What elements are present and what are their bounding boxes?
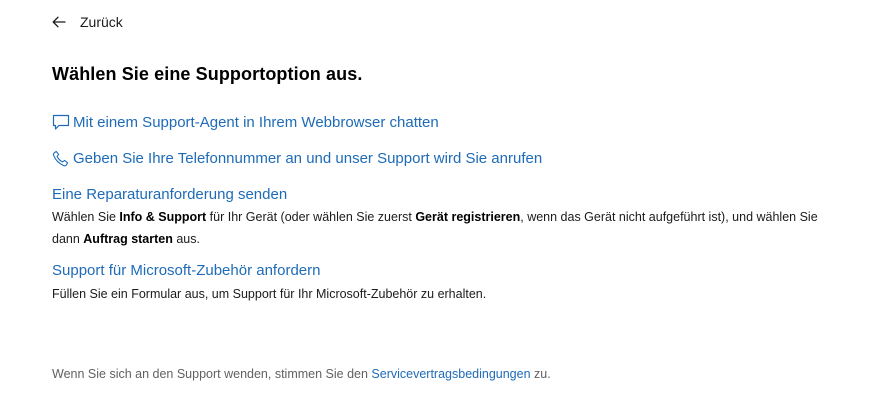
footer-terms-note: Wenn Sie sich an den Support wenden, sti…: [52, 367, 551, 381]
accessory-support-link[interactable]: Support für Microsoft-Zubehör anfordern: [52, 262, 320, 279]
phone-icon: [52, 150, 73, 167]
back-button[interactable]: Zurück: [52, 12, 123, 32]
chat-bubble-icon: [52, 114, 73, 131]
repair-desc-text-1: Wählen Sie: [52, 210, 120, 224]
repair-desc-text-4: aus.: [172, 232, 200, 246]
back-label: Zurück: [80, 14, 123, 30]
page-title: Wählen Sie eine Supportoption aus.: [52, 64, 363, 84]
footer-text-after: zu.: [530, 367, 551, 381]
support-options-page: Zurück Wählen Sie eine Supportoption aus…: [0, 0, 894, 408]
repair-request-link[interactable]: Eine Reparaturanforderung senden: [52, 186, 287, 203]
service-terms-link[interactable]: Servicevertragsbedingungen: [371, 367, 530, 381]
accessory-support-description: Füllen Sie ein Formular aus, um Support …: [52, 287, 487, 301]
callback-option-label: Geben Sie Ihre Telefonnummer an und unse…: [73, 150, 543, 167]
repair-desc-bold-register: Gerät registrieren: [415, 210, 521, 224]
footer-text-before: Wenn Sie sich an den Support wenden, sti…: [52, 367, 372, 381]
callback-option-link[interactable]: Geben Sie Ihre Telefonnummer an und unse…: [52, 150, 542, 167]
repair-request-description: Wählen Sie Info & Support für Ihr Gerät …: [52, 206, 842, 250]
repair-desc-bold-start-order: Auftrag starten: [83, 232, 173, 246]
repair-desc-text-2: für Ihr Gerät (oder wählen Sie zuerst: [206, 210, 416, 224]
chat-option-label: Mit einem Support-Agent in Ihrem Webbrow…: [73, 114, 439, 131]
arrow-left-icon: [52, 16, 66, 28]
chat-option-link[interactable]: Mit einem Support-Agent in Ihrem Webbrow…: [52, 114, 439, 131]
repair-desc-bold-info-support: Info & Support: [119, 210, 207, 224]
